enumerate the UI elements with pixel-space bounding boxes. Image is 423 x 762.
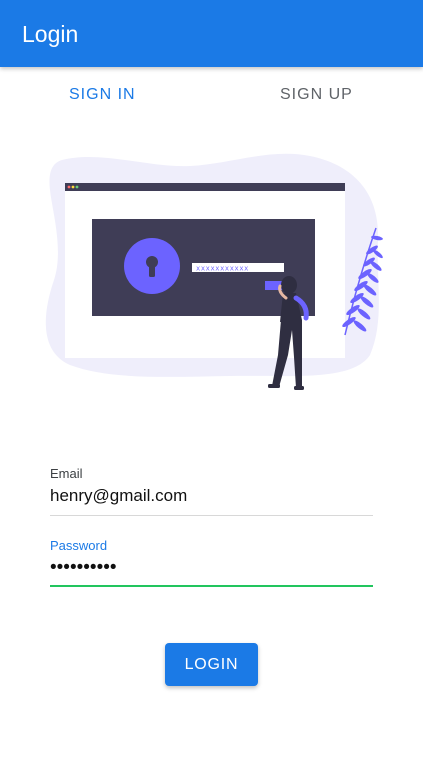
login-illustration: xxxxxxxxxxx xyxy=(45,153,383,390)
email-field[interactable]: Email henry@gmail.com xyxy=(50,466,373,518)
app-bar: Login xyxy=(0,0,423,67)
email-label: Email xyxy=(50,466,83,481)
password-underline xyxy=(50,585,373,587)
login-screen: Login SIGN IN SIGN UP xxxxxxxxxxx Email … xyxy=(0,0,423,762)
email-input[interactable]: henry@gmail.com xyxy=(50,486,373,506)
illustration-password-text: xxxxxxxxxxx xyxy=(196,265,249,273)
email-underline xyxy=(50,515,373,516)
tab-sign-in[interactable]: SIGN IN xyxy=(69,86,136,104)
page-title: Login xyxy=(22,21,79,47)
password-field[interactable]: Password •••••••••• xyxy=(50,538,373,590)
login-button[interactable]: LOGIN xyxy=(165,643,258,686)
password-input[interactable]: •••••••••• xyxy=(50,557,373,579)
password-label: Password xyxy=(50,538,108,553)
browser-titlebar xyxy=(65,183,345,191)
tab-sign-up[interactable]: SIGN UP xyxy=(280,86,353,104)
